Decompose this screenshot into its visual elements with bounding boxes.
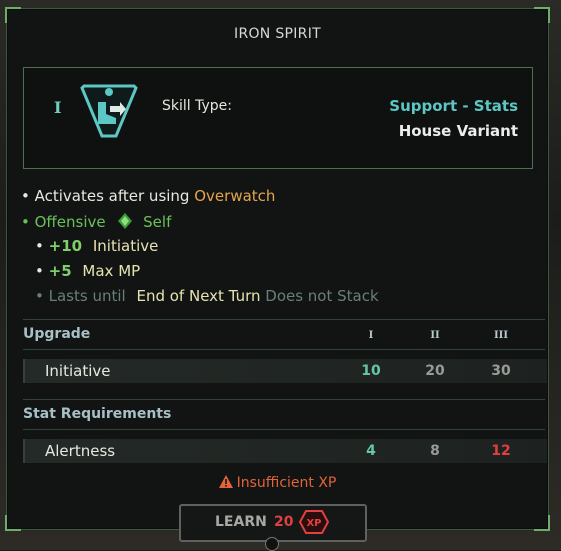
warning-text: Insufficient XP: [236, 475, 337, 491]
bonus-amount: +10: [48, 237, 83, 255]
upgrade-row: Initiative 10 20 30: [23, 359, 547, 383]
upgrade-value: 20: [425, 363, 445, 379]
skill-header: I Skill Type: Support - Stats House Vari…: [23, 67, 533, 169]
tier-indicator: I: [54, 98, 62, 117]
duration-prefix: Lasts until: [48, 287, 126, 305]
bonus-stat: Initiative: [92, 237, 159, 255]
requirement-value: 12: [491, 443, 511, 459]
scroll-indicator: [265, 537, 279, 551]
skill-type-label: Skill Type:: [162, 98, 232, 114]
offensive-label: Offensive: [34, 213, 106, 231]
xp-currency: XP: [306, 518, 321, 529]
tier-header: I: [368, 330, 374, 341]
divider: [23, 319, 545, 320]
upgrade-value: 10: [361, 363, 381, 379]
activation-line: • Activates after using Overwatch: [21, 187, 276, 205]
upgrade-stat-label: Initiative: [45, 362, 111, 380]
overwatch-link[interactable]: Overwatch: [194, 187, 275, 205]
learn-cost: 20: [274, 514, 294, 530]
bonus-row: • +5 Max MP: [35, 262, 141, 280]
stack-note: Does not Stack: [265, 287, 379, 305]
requirements-section-title: Stat Requirements: [23, 406, 172, 422]
divider: [23, 429, 545, 430]
upgrade-value: 30: [491, 363, 511, 379]
variant-label: House Variant: [398, 122, 518, 140]
bonus-stat: Max MP: [82, 262, 141, 280]
bonus-row: • +10 Initiative: [35, 237, 159, 255]
requirement-stat-label: Alertness: [45, 442, 116, 460]
tier-header: II: [430, 330, 440, 341]
targeting-line: • Offensive Self: [21, 213, 172, 231]
requirement-value: 4: [366, 443, 376, 459]
self-target-icon: [118, 213, 133, 229]
duration-value: End of Next Turn: [136, 287, 261, 305]
divider: [23, 399, 545, 400]
duration-line: • Lasts until End of Next Turn Does not …: [35, 287, 379, 305]
bonus-amount: +5: [48, 262, 72, 280]
corner-ornament: [5, 515, 21, 531]
boot-arrow-icon: [80, 84, 138, 138]
target-label: Self: [143, 213, 172, 231]
divider: [23, 349, 545, 350]
warning-icon: [218, 475, 233, 488]
skill-tooltip-panel: IRON SPIRIT I Skill Type: Support - Stat…: [5, 7, 550, 551]
activation-prefix: Activates after using: [34, 187, 190, 205]
tier-header: III: [493, 330, 509, 341]
skill-title: IRON SPIRIT: [234, 26, 321, 42]
requirement-row: Alertness 4 8 12: [23, 439, 547, 463]
insufficient-xp-warning: Insufficient XP: [7, 475, 548, 491]
corner-ornament: [534, 515, 550, 531]
skill-type-value: Support - Stats: [389, 97, 518, 115]
xp-icon: XP: [299, 510, 329, 534]
requirement-value: 8: [430, 443, 440, 459]
corner-ornament: [534, 7, 550, 23]
upgrade-section-title: Upgrade: [23, 326, 91, 342]
learn-label: LEARN: [215, 514, 267, 530]
corner-ornament: [5, 7, 21, 23]
